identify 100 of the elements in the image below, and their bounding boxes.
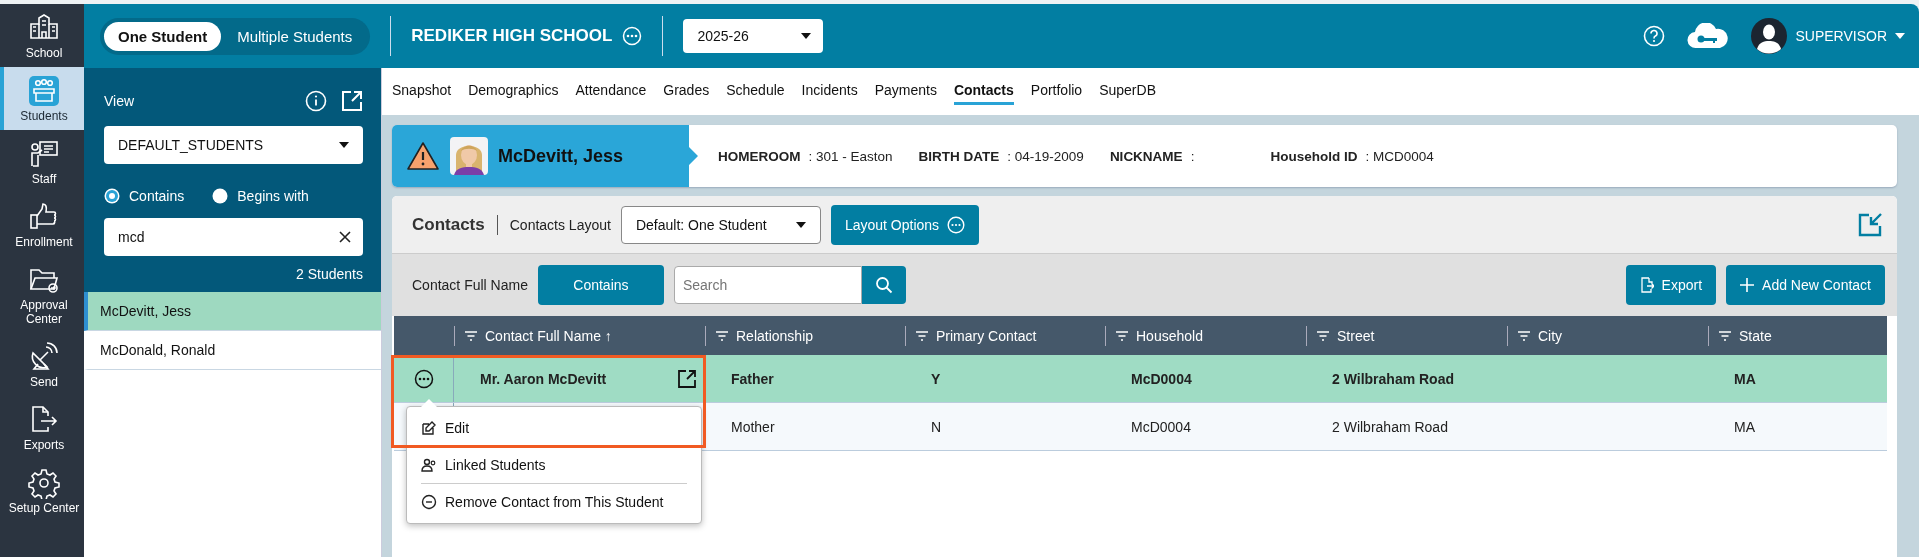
tab[interactable]: Incidents <box>801 78 858 105</box>
field-value: : 04-19-2009 <box>1007 148 1084 164</box>
nav-item[interactable]: School <box>0 4 84 67</box>
filter-icon[interactable] <box>465 330 477 341</box>
tab[interactable]: Schedule <box>726 78 785 105</box>
table-cell: Y <box>931 370 941 387</box>
field-value: : MCD0004 <box>1365 148 1434 164</box>
radio-option[interactable]: Contains <box>104 188 185 204</box>
caret-icon <box>795 221 806 228</box>
year-select[interactable]: 2025-26 <box>683 19 824 53</box>
search-field[interactable]: mcd <box>104 218 363 256</box>
caret-icon <box>801 33 812 39</box>
column-header[interactable]: State <box>1739 327 1772 344</box>
tab[interactable]: Payments <box>874 78 937 105</box>
people-icon <box>421 457 437 473</box>
table-cell: Mother <box>731 418 775 435</box>
view-select[interactable]: DEFAULT_STUDENTS <box>104 126 363 164</box>
section-title: Contacts <box>412 214 498 235</box>
student-name: McDevitt, Jess <box>498 145 624 167</box>
nav-item[interactable]: Enrollment <box>0 193 84 256</box>
search-icon[interactable] <box>874 276 893 294</box>
external-link-icon[interactable] <box>677 368 697 389</box>
teacher-icon <box>28 138 60 170</box>
filter-icon[interactable] <box>716 330 728 341</box>
view-label: View <box>104 93 136 109</box>
filter-icon[interactable] <box>1317 330 1329 341</box>
close-icon[interactable] <box>339 231 351 243</box>
filter-icon[interactable] <box>1518 330 1530 341</box>
filter-icon[interactable] <box>1116 330 1128 341</box>
tab[interactable]: Attendance <box>575 78 647 105</box>
menu-item[interactable]: Linked Students <box>407 449 701 481</box>
tab[interactable]: Portfolio <box>1030 78 1083 105</box>
menu-item[interactable]: Edit <box>407 412 701 444</box>
search-button[interactable] <box>861 266 906 304</box>
nav-item[interactable]: Staff <box>0 130 84 193</box>
filter-mode-button[interactable]: Contains <box>537 265 664 305</box>
filter-label: Contact Full Name <box>412 277 528 293</box>
tab[interactable]: Snapshot <box>392 78 452 105</box>
tab[interactable]: Demographics <box>468 78 559 105</box>
table-cell: MA <box>1734 418 1755 435</box>
cloud-key-icon[interactable] <box>1687 23 1730 49</box>
nav-item[interactable]: Students <box>0 67 84 130</box>
table-row[interactable]: Mr. Aaron McDevitt Father Y McD0004 2 Wilbraham Road MA <box>394 355 1887 403</box>
plus-icon <box>1740 278 1755 292</box>
document-export-icon <box>1639 277 1654 293</box>
nav-item[interactable]: Exports <box>0 396 84 459</box>
student-list-item[interactable]: McDevitt, Jess <box>84 292 381 331</box>
caret-icon <box>339 142 349 148</box>
column-header[interactable]: Household <box>1136 327 1203 344</box>
layout-label: Contacts Layout <box>509 216 611 233</box>
nav-item[interactable]: Send <box>0 333 84 396</box>
table-cell: McD0004 <box>1131 370 1192 387</box>
mode-toggle-option[interactable]: One Student <box>104 21 222 51</box>
table-cell: Mr. Aaron McDevitt <box>480 370 607 387</box>
edit-icon <box>421 420 437 436</box>
search-field[interactable]: Search <box>673 266 862 304</box>
table-cell: MA <box>1734 370 1756 387</box>
nav-item[interactable]: Setup Center <box>0 459 84 522</box>
tab[interactable]: Contacts <box>953 78 1014 105</box>
info-icon[interactable] <box>305 90 327 112</box>
field-label: NICKNAME <box>1109 148 1183 164</box>
column-header[interactable]: Primary Contact <box>936 327 1037 344</box>
layout-select[interactable]: Default: One Student <box>620 205 821 244</box>
column-header[interactable]: Relationship <box>736 327 814 344</box>
add-contact-button[interactable]: Add New Contact <box>1726 265 1885 305</box>
layout-options-button[interactable]: Layout Options <box>830 204 980 245</box>
column-header[interactable]: City <box>1538 327 1563 344</box>
collapse-icon[interactable] <box>1857 211 1883 238</box>
table-cell: N <box>931 418 942 435</box>
students-icon <box>28 75 60 107</box>
avatar-icon <box>1751 18 1788 54</box>
table-cell: 2 Wilbraham Road <box>1332 370 1454 387</box>
caret-icon <box>1895 33 1905 39</box>
column-header[interactable]: Street <box>1337 327 1375 344</box>
table-cell: 2 Wilbraham Road <box>1332 418 1448 435</box>
field-label: Household ID <box>1270 148 1358 164</box>
field-label: BIRTH DATE <box>918 148 1000 164</box>
field-value: : 301 - Easton <box>808 148 893 164</box>
table-cell: McD0004 <box>1131 418 1191 435</box>
field-value: : <box>1190 148 1195 164</box>
field-label: HOMEROOM <box>718 148 801 164</box>
column-header[interactable]: Contact Full Name ↑ <box>485 327 612 344</box>
help-icon[interactable] <box>1643 25 1666 47</box>
table-cell: Father <box>731 370 774 387</box>
settings-icon <box>28 467 60 499</box>
mode-toggle-option[interactable]: Multiple Students <box>223 21 367 51</box>
tab[interactable]: Grades <box>663 78 710 105</box>
school-name: REDIKER HIGH SCHOOL <box>411 26 613 46</box>
remove-icon <box>421 494 437 510</box>
result-count: 2 Students <box>296 266 363 282</box>
more-icon <box>947 215 966 234</box>
menu-item[interactable]: Remove Contact from This Student <box>407 486 701 518</box>
filter-icon[interactable] <box>1719 330 1731 341</box>
radio-option[interactable]: Begins with <box>212 188 309 204</box>
nav-item[interactable]: Approval Center <box>0 256 84 333</box>
user-menu[interactable]: SUPERVISOR <box>1751 18 1905 54</box>
more-icon[interactable] <box>413 368 434 389</box>
filter-icon[interactable] <box>916 330 928 341</box>
tab[interactable]: SuperDB <box>1099 78 1156 105</box>
export-button[interactable]: Export <box>1625 265 1717 305</box>
